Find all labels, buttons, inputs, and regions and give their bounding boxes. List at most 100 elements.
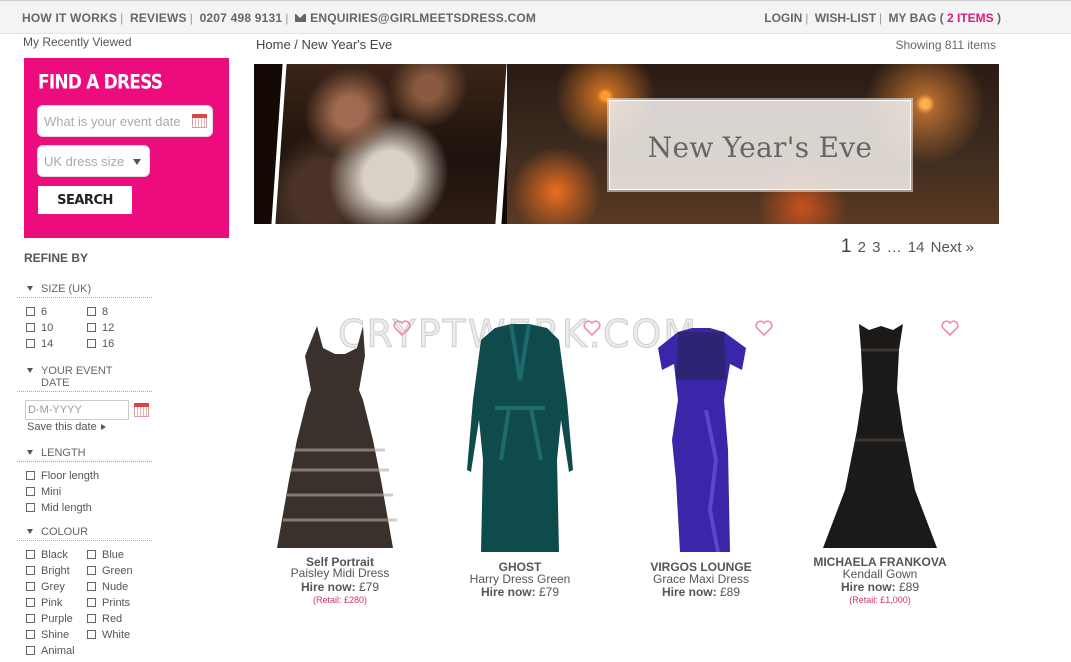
checkbox[interactable]: [26, 307, 35, 316]
heart-icon[interactable]: [941, 320, 959, 336]
option-label: Red: [102, 613, 123, 625]
colour-option-grey[interactable]: Grey: [26, 581, 65, 593]
price-value: £89: [719, 585, 741, 599]
product-price: Hire now: £79: [245, 581, 435, 594]
facet-colour-heading[interactable]: COLOUR: [17, 526, 152, 541]
dress-size-select[interactable]: UK dress size: [37, 145, 150, 177]
option-label: 10: [41, 322, 54, 334]
checkbox[interactable]: [26, 598, 35, 607]
heart-icon[interactable]: [393, 320, 411, 336]
banner-title-box: New Year's Eve: [609, 100, 911, 190]
recently-viewed-link[interactable]: My Recently Viewed: [23, 35, 132, 49]
option-label: 6: [41, 306, 48, 318]
how-it-works-link[interactable]: HOW IT WORKS: [22, 11, 117, 25]
checkbox[interactable]: [87, 598, 96, 607]
price-value: £89: [898, 580, 920, 594]
product-image[interactable]: [785, 320, 975, 552]
size-option-8[interactable]: 8: [87, 306, 108, 318]
product-image[interactable]: [606, 320, 796, 552]
hire-label: Hire now:: [300, 580, 356, 594]
checkbox[interactable]: [26, 487, 35, 496]
checkbox[interactable]: [87, 339, 96, 348]
colour-option-bright[interactable]: Bright: [26, 565, 70, 577]
colour-option-blue[interactable]: Blue: [87, 549, 124, 561]
page-14[interactable]: 14: [908, 239, 925, 256]
facet-size-heading[interactable]: SIZE (UK): [17, 283, 152, 298]
heart-icon[interactable]: [755, 320, 773, 336]
facet-size-label: SIZE (UK): [41, 283, 92, 295]
search-button[interactable]: SEARCH: [38, 186, 132, 214]
find-a-dress-panel: FIND A DRESS UK dress size SEARCH: [24, 58, 229, 238]
checkbox[interactable]: [87, 630, 96, 639]
login-link[interactable]: LOGIN: [764, 11, 802, 25]
option-label: Prints: [102, 597, 131, 609]
checkbox[interactable]: [26, 323, 35, 332]
page-2[interactable]: 2: [858, 239, 866, 256]
product-image[interactable]: [425, 320, 615, 552]
my-bag-link[interactable]: MY BAG ( 2 ITEMS ): [889, 11, 1002, 25]
page-3[interactable]: 3: [872, 239, 880, 256]
breadcrumb-sep: /: [290, 37, 302, 52]
phone-link[interactable]: 0207 498 9131: [200, 11, 283, 25]
reviews-link[interactable]: REVIEWS: [130, 11, 187, 25]
calendar-icon[interactable]: [134, 403, 149, 417]
size-option-14[interactable]: 14: [26, 338, 53, 350]
product-price: Hire now: £79: [425, 586, 615, 599]
size-option-16[interactable]: 16: [87, 338, 114, 350]
checkbox[interactable]: [87, 307, 96, 316]
colour-option-nude[interactable]: Nude: [87, 581, 128, 593]
checkbox[interactable]: [26, 503, 35, 512]
wishlist-link[interactable]: WISH-LIST: [815, 11, 876, 25]
page-1[interactable]: 1: [841, 236, 852, 257]
length-option-mini[interactable]: Mini: [26, 486, 61, 498]
colour-option-red[interactable]: Red: [87, 613, 122, 625]
email-link[interactable]: ENQUIRIES@GIRLMEETSDRESS.COM: [310, 11, 536, 25]
colour-option-pink[interactable]: Pink: [26, 597, 62, 609]
breadcrumb-home-link[interactable]: Home: [256, 37, 291, 52]
calendar-icon[interactable]: [192, 114, 207, 128]
colour-option-green[interactable]: Green: [87, 565, 133, 577]
checkbox[interactable]: [26, 614, 35, 623]
length-option-floor[interactable]: Floor length: [26, 470, 99, 482]
dress-size-label: UK dress size: [44, 154, 125, 169]
heart-icon[interactable]: [583, 320, 601, 336]
checkbox[interactable]: [26, 550, 35, 559]
checkbox[interactable]: [26, 471, 35, 480]
colour-option-animal[interactable]: Animal: [26, 645, 75, 657]
checkbox[interactable]: [87, 323, 96, 332]
checkbox[interactable]: [87, 566, 96, 575]
product-retail: (Retail: £280): [312, 595, 368, 605]
refine-by-heading: REFINE BY: [24, 251, 89, 265]
checkbox[interactable]: [87, 614, 96, 623]
option-label: 14: [41, 338, 54, 350]
product-image[interactable]: [245, 320, 435, 552]
size-option-6[interactable]: 6: [26, 306, 47, 318]
sidebar-event-date-input[interactable]: D-M-YYYY: [25, 400, 129, 420]
checkbox[interactable]: [26, 582, 35, 591]
save-this-date-link[interactable]: Save this date: [27, 421, 106, 433]
colour-option-black[interactable]: Black: [26, 549, 68, 561]
next-page-link[interactable]: Next »: [931, 239, 974, 256]
party-photo: [271, 64, 513, 224]
checkbox[interactable]: [26, 646, 35, 655]
checkbox[interactable]: [87, 582, 96, 591]
product-name[interactable]: Paisley Midi Dress: [245, 567, 435, 580]
facet-event-date-heading[interactable]: YOUR EVENT DATE: [17, 365, 152, 392]
colour-option-purple[interactable]: Purple: [26, 613, 73, 625]
colour-option-white[interactable]: White: [87, 629, 130, 641]
checkbox[interactable]: [26, 630, 35, 639]
facet-length-heading[interactable]: LENGTH: [17, 447, 152, 462]
page-ellipsis: …: [886, 239, 902, 256]
event-date-input[interactable]: [37, 105, 213, 137]
checkbox[interactable]: [26, 339, 35, 348]
size-option-12[interactable]: 12: [87, 322, 114, 334]
option-label: Shine: [41, 629, 70, 641]
colour-option-shine[interactable]: Shine: [26, 629, 69, 641]
checkbox[interactable]: [26, 566, 35, 575]
checkbox[interactable]: [87, 550, 96, 559]
colour-option-prints[interactable]: Prints: [87, 597, 130, 609]
length-option-mid[interactable]: Mid length: [26, 502, 92, 514]
size-option-10[interactable]: 10: [26, 322, 53, 334]
dress-shape: [467, 324, 573, 552]
dress-shape: [277, 326, 393, 548]
